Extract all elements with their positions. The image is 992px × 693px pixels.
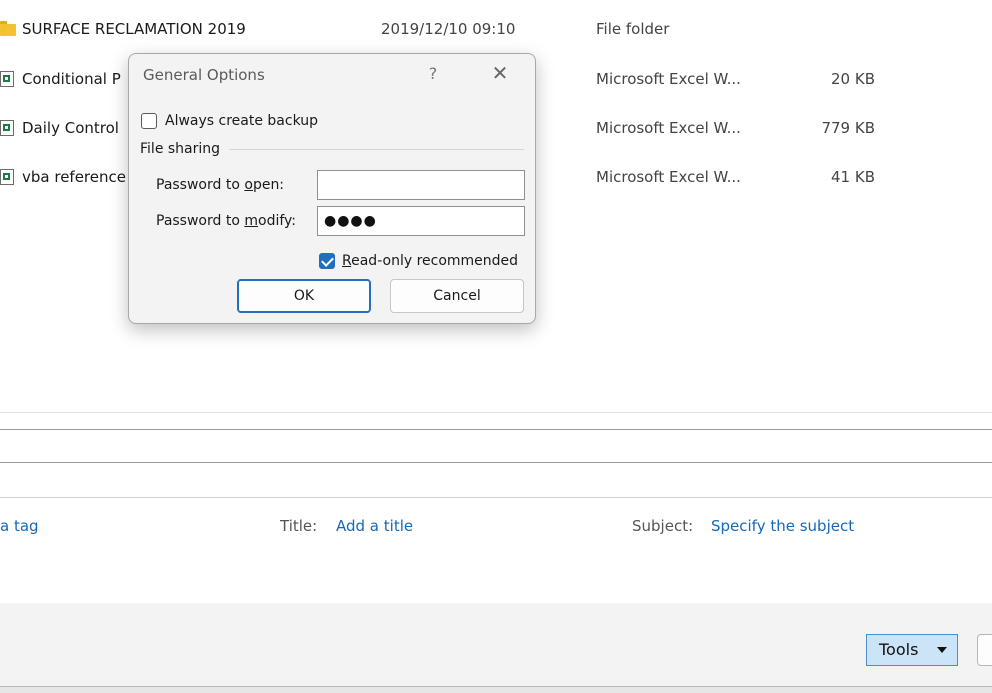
- dialog-title: General Options: [143, 66, 265, 84]
- folder-icon: [0, 21, 16, 36]
- always-backup-checkbox[interactable]: [141, 113, 157, 129]
- title-label: Title:: [280, 517, 318, 535]
- file-type: Microsoft Excel W...: [596, 119, 741, 137]
- password-modify-label: Password to modify:: [156, 213, 297, 229]
- read-only-checkbox[interactable]: [319, 253, 335, 269]
- filename-field-bottom: [0, 462, 992, 463]
- password-open-label: Password to open:: [156, 177, 285, 193]
- file-size: 20 KB: [831, 70, 875, 88]
- filename-field-top: [0, 429, 992, 430]
- file-size: 41 KB: [831, 168, 875, 186]
- read-only-label[interactable]: Read-only recommended: [342, 253, 518, 269]
- tags-link[interactable]: a tag: [0, 517, 39, 535]
- excel-file-icon: [0, 71, 14, 87]
- file-type: Microsoft Excel W...: [596, 70, 741, 88]
- cancel-button[interactable]: Cancel: [390, 279, 524, 313]
- subject-link[interactable]: Specify the subject: [711, 517, 854, 535]
- list-divider: [0, 412, 992, 413]
- file-name: SURFACE RECLAMATION 2019: [22, 20, 246, 38]
- status-strip: [0, 686, 992, 693]
- file-size: 779 KB: [821, 119, 875, 137]
- excel-file-icon: [0, 120, 14, 136]
- title-link[interactable]: Add a title: [336, 517, 413, 535]
- ok-button[interactable]: OK: [237, 279, 371, 313]
- file-name: Daily Control: [22, 119, 119, 137]
- tools-label: Tools: [879, 640, 919, 659]
- always-backup-label[interactable]: Always create backup: [165, 113, 318, 129]
- file-sharing-divider: [229, 149, 524, 150]
- file-type: File folder: [596, 20, 670, 38]
- chevron-down-icon: [937, 647, 947, 653]
- save-button[interactable]: [977, 634, 992, 666]
- excel-file-icon: [0, 169, 14, 185]
- tools-button[interactable]: Tools: [866, 634, 958, 666]
- help-icon[interactable]: ?: [425, 64, 441, 83]
- file-name: Conditional P: [22, 70, 121, 88]
- savetype-field-bottom: [0, 497, 992, 498]
- general-options-dialog: General Options ? ✕ Always create backup…: [128, 53, 536, 324]
- file-name: vba reference: [22, 168, 126, 186]
- footer-bar: [0, 603, 992, 686]
- file-sharing-label: File sharing: [140, 141, 221, 157]
- password-modify-input[interactable]: ●●●●: [317, 206, 525, 236]
- close-icon[interactable]: ✕: [489, 62, 511, 84]
- subject-label: Subject:: [632, 517, 694, 535]
- file-date: 2019/12/10 09:10: [381, 20, 516, 38]
- password-open-input[interactable]: [317, 170, 525, 200]
- file-type: Microsoft Excel W...: [596, 168, 741, 186]
